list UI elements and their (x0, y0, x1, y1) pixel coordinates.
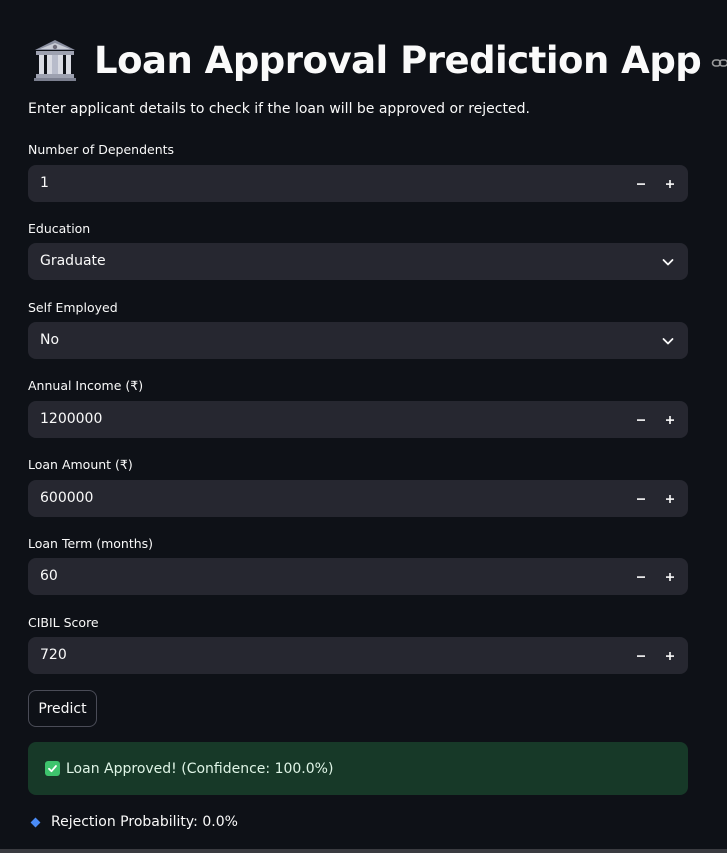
page-title: Loan Approval Prediction App (94, 38, 702, 82)
loan-term-decrement-button[interactable] (626, 558, 655, 595)
check-icon (45, 761, 60, 776)
approval-alert: Loan Approved! (Confidence: 100.0%) (28, 742, 688, 795)
annual-income-increment-button[interactable] (655, 401, 684, 438)
education-value: Graduate (40, 253, 106, 269)
minus-icon (636, 654, 645, 657)
link-icon[interactable] (711, 54, 727, 72)
loan-amount-increment-button[interactable] (655, 480, 684, 517)
rejection-probability-text: Rejection Probability: 0.0% (51, 814, 238, 830)
annual-income-value[interactable]: 1200000 (40, 401, 102, 438)
cibil-score-decrement-button[interactable] (626, 637, 655, 674)
plus-icon (665, 415, 674, 424)
annual-income-input[interactable]: 1200000 (28, 401, 688, 438)
loan-amount-decrement-button[interactable] (626, 480, 655, 517)
chevron-down-icon (662, 259, 674, 266)
rejection-probability: Rejection Probability: 0.0% (30, 812, 238, 832)
plus-icon (665, 651, 674, 660)
dependents-value[interactable]: 1 (40, 165, 49, 202)
self-employed-label: Self Employed (28, 300, 118, 315)
loan-term-input[interactable]: 60 (28, 558, 688, 595)
self-employed-value: No (40, 332, 60, 348)
plus-icon (665, 572, 674, 581)
dependents-increment-button[interactable] (655, 165, 684, 202)
page-subtitle: Enter applicant details to check if the … (28, 101, 530, 117)
cibil-score-value[interactable]: 720 (40, 637, 67, 674)
app-page: Loan Approval Prediction App Enter appli… (0, 0, 727, 853)
education-label: Education (28, 221, 91, 236)
dependents-decrement-button[interactable] (626, 165, 655, 202)
dependents-label: Number of Dependents (28, 142, 175, 157)
diamond-icon (30, 817, 41, 827)
minus-icon (636, 182, 645, 185)
loan-term-increment-button[interactable] (655, 558, 684, 595)
cibil-score-input[interactable]: 720 (28, 637, 688, 674)
self-employed-select[interactable]: No (28, 322, 688, 359)
approval-message: Loan Approved! (Confidence: 100.0%) (66, 760, 334, 777)
loan-term-label: Loan Term (months) (28, 536, 154, 551)
minus-icon (636, 575, 645, 578)
loan-amount-input[interactable]: 600000 (28, 480, 688, 517)
predict-button[interactable]: Predict (28, 690, 97, 727)
horizontal-scrollbar[interactable] (0, 849, 727, 853)
cibil-score-label: CIBIL Score (28, 615, 99, 630)
loan-term-value[interactable]: 60 (40, 558, 58, 595)
page-header: Loan Approval Prediction App (32, 36, 727, 84)
bank-icon (34, 40, 76, 81)
plus-icon (665, 494, 674, 503)
minus-icon (636, 418, 645, 421)
loan-amount-value[interactable]: 600000 (40, 480, 93, 517)
annual-income-decrement-button[interactable] (626, 401, 655, 438)
annual-income-label: Annual Income (₹) (28, 378, 144, 393)
minus-icon (636, 497, 645, 500)
education-select[interactable]: Graduate (28, 243, 688, 280)
cibil-score-increment-button[interactable] (655, 637, 684, 674)
loan-amount-label: Loan Amount (₹) (28, 457, 133, 472)
plus-icon (665, 179, 674, 188)
chevron-down-icon (662, 338, 674, 345)
dependents-input[interactable]: 1 (28, 165, 688, 202)
